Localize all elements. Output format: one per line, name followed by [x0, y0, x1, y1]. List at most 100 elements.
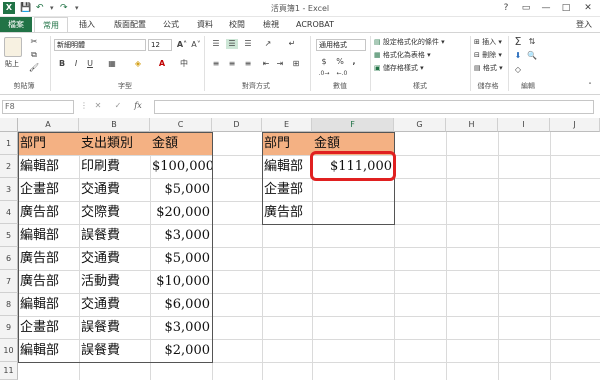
clear-icon[interactable]: ◇: [512, 65, 524, 75]
number-format-box[interactable]: 通用格式: [316, 39, 366, 51]
merge-center-icon[interactable]: ⊞: [290, 59, 302, 69]
underline-button[interactable]: U: [84, 59, 96, 69]
conditional-formatting-button[interactable]: ▤ 設定格式化的條件 ▾: [374, 37, 445, 47]
phonetic-guide-icon[interactable]: 中: [178, 59, 190, 69]
currency-button[interactable]: $: [318, 57, 330, 67]
table1-cell[interactable]: 廣告部: [18, 247, 79, 270]
table1-cell[interactable]: 誤餐費: [79, 224, 150, 247]
name-box[interactable]: F8: [2, 100, 74, 114]
column-header-c[interactable]: C: [150, 118, 212, 132]
table1-cell[interactable]: 交通費: [79, 293, 150, 316]
row-header[interactable]: 4: [0, 201, 18, 224]
find-select-icon[interactable]: 🔍: [526, 51, 538, 61]
table2-cell[interactable]: 廣告部: [262, 201, 312, 224]
row-header[interactable]: 5: [0, 224, 18, 247]
formula-input[interactable]: [154, 100, 594, 114]
row-header[interactable]: 9: [0, 316, 18, 339]
column-header-e[interactable]: E: [262, 118, 312, 132]
insert-cells-button[interactable]: ⊞ 插入 ▾: [474, 37, 502, 47]
align-top-icon[interactable]: ☰: [210, 39, 222, 49]
table2-cell[interactable]: [312, 178, 394, 201]
close-button[interactable]: ✕: [578, 1, 598, 15]
column-header-f[interactable]: F: [312, 118, 394, 132]
row-header[interactable]: 11: [0, 362, 18, 380]
table1-cell[interactable]: $100,000: [150, 155, 212, 178]
increase-indent-icon[interactable]: ⇥: [274, 59, 286, 69]
format-cells-button[interactable]: ▤ 格式 ▾: [474, 63, 503, 73]
column-header-d[interactable]: D: [212, 118, 262, 132]
column-header-h[interactable]: H: [446, 118, 498, 132]
increase-font-icon[interactable]: A˄: [176, 40, 188, 50]
table1-cell[interactable]: 印刷費: [79, 155, 150, 178]
decrease-indent-icon[interactable]: ⇤: [260, 59, 272, 69]
borders-icon[interactable]: ▦: [106, 59, 118, 69]
align-right-icon[interactable]: ≡: [242, 59, 254, 69]
table2-header-cell[interactable]: 部門: [262, 132, 312, 155]
column-header-i[interactable]: I: [498, 118, 550, 132]
wrap-text-icon[interactable]: ↵: [286, 39, 298, 49]
fill-icon[interactable]: ⬇: [512, 51, 524, 61]
align-left-icon[interactable]: ≡: [210, 59, 222, 69]
align-bottom-icon[interactable]: ☰: [242, 39, 254, 49]
align-center-icon[interactable]: ≡: [226, 59, 238, 69]
cut-icon[interactable]: ✂: [28, 37, 40, 47]
tab-formulas[interactable]: 公式: [156, 17, 186, 32]
table1-cell[interactable]: 編輯部: [18, 155, 79, 178]
row-header[interactable]: 6: [0, 247, 18, 270]
table1-cell[interactable]: 企畫部: [18, 178, 79, 201]
help-button[interactable]: ?: [496, 1, 516, 15]
italic-button[interactable]: I: [70, 59, 82, 69]
table1-cell[interactable]: $3,000: [150, 316, 212, 339]
table1-cell[interactable]: $2,000: [150, 339, 212, 362]
bold-button[interactable]: B: [56, 59, 68, 69]
table1-cell[interactable]: 交通費: [79, 247, 150, 270]
table1-cell[interactable]: 編輯部: [18, 224, 79, 247]
fill-color-icon[interactable]: ◈: [132, 59, 144, 69]
font-color-icon[interactable]: A: [156, 59, 168, 69]
table1-cell[interactable]: 編輯部: [18, 293, 79, 316]
minimize-button[interactable]: —: [536, 1, 556, 15]
format-painter-icon[interactable]: 🖌: [28, 63, 40, 73]
tab-view[interactable]: 檢視: [256, 17, 286, 32]
row-header[interactable]: 2: [0, 155, 18, 178]
collapse-ribbon-icon[interactable]: ˄: [584, 81, 596, 91]
format-as-table-button[interactable]: ▦ 格式化為表格 ▾: [374, 50, 431, 60]
table1-header-cell[interactable]: 部門: [18, 132, 79, 155]
decrease-decimal-icon[interactable]: ←.0: [336, 69, 348, 79]
column-header-b[interactable]: B: [79, 118, 150, 132]
row-header[interactable]: 3: [0, 178, 18, 201]
insert-function-icon[interactable]: fx: [132, 101, 144, 111]
paste-icon[interactable]: [4, 37, 22, 57]
table1-cell[interactable]: 交通費: [79, 178, 150, 201]
sort-filter-icon[interactable]: ⇅: [526, 37, 538, 47]
table1-cell[interactable]: 活動費: [79, 270, 150, 293]
table1-cell[interactable]: $5,000: [150, 178, 212, 201]
delete-cells-button[interactable]: ⊟ 刪除 ▾: [474, 50, 502, 60]
maximize-button[interactable]: □: [556, 1, 576, 15]
tab-data[interactable]: 資料: [190, 17, 220, 32]
table1-cell[interactable]: 誤餐費: [79, 316, 150, 339]
autosum-icon[interactable]: Σ: [512, 36, 524, 47]
column-header-a[interactable]: A: [18, 118, 79, 132]
select-all-corner[interactable]: [0, 118, 18, 132]
orientation-icon[interactable]: ↗: [262, 39, 274, 49]
table1-cell[interactable]: 編輯部: [18, 339, 79, 362]
increase-decimal-icon[interactable]: .0→: [318, 69, 330, 79]
table1-cell[interactable]: $10,000: [150, 270, 212, 293]
row-header[interactable]: 10: [0, 339, 18, 362]
table1-cell[interactable]: $5,000: [150, 247, 212, 270]
tab-acrobat[interactable]: ACROBAT: [290, 17, 340, 32]
tab-page-layout[interactable]: 版面配置: [106, 17, 154, 32]
table2-cell[interactable]: 編輯部: [262, 155, 312, 178]
tab-home[interactable]: 常用: [34, 17, 68, 32]
cancel-icon[interactable]: ✕: [92, 101, 104, 111]
row-header[interactable]: 7: [0, 270, 18, 293]
table1-header-cell[interactable]: 支出類別: [79, 132, 150, 155]
table2-cell[interactable]: [312, 201, 394, 224]
comma-button[interactable]: ,: [348, 57, 360, 67]
table1-cell[interactable]: $3,000: [150, 224, 212, 247]
table1-cell[interactable]: 交際費: [79, 201, 150, 224]
table1-cell[interactable]: $20,000: [150, 201, 212, 224]
worksheet-grid[interactable]: A B C D E F G H I J 1 2 3 4 5 6 7 8 9 10…: [0, 118, 600, 380]
decrease-font-icon[interactable]: A˅: [190, 40, 202, 50]
